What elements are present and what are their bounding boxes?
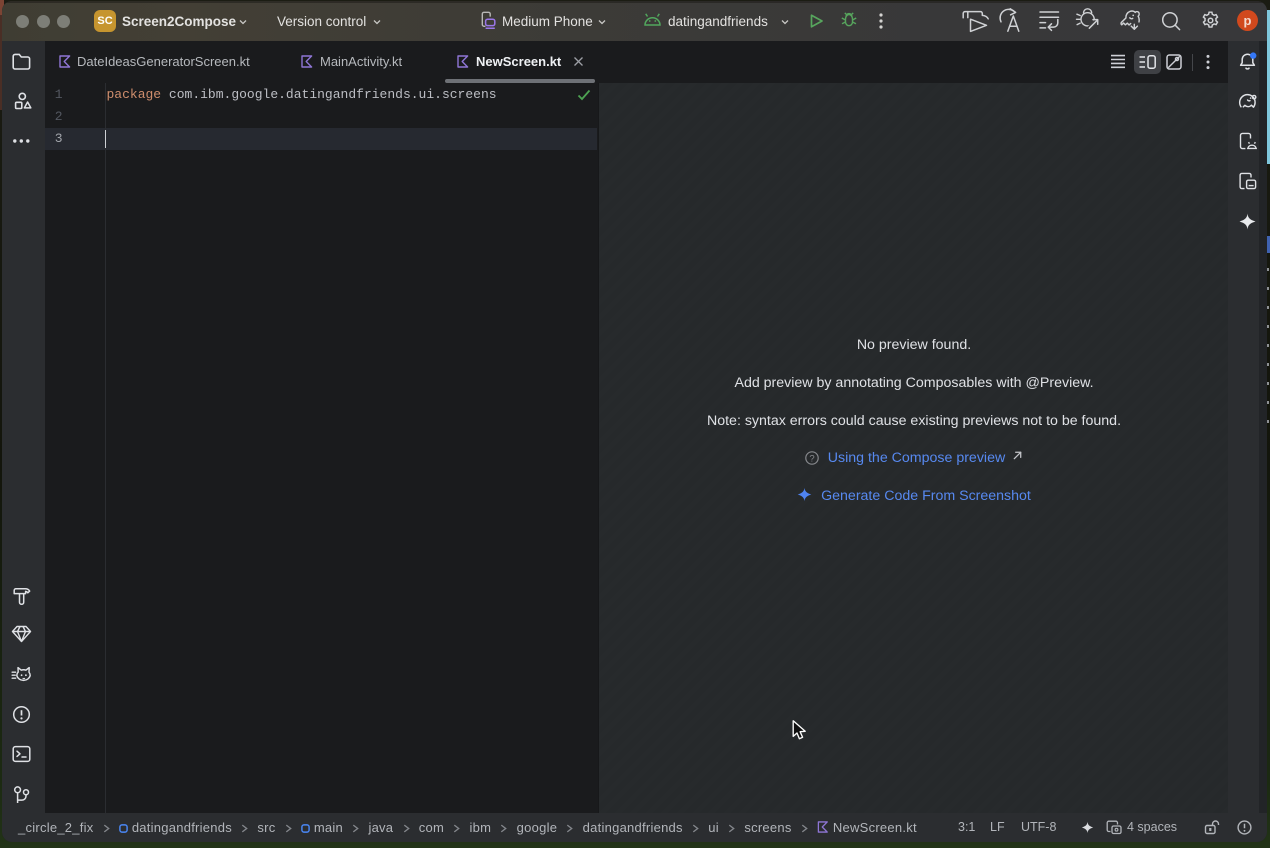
svg-text:?: ?: [809, 453, 814, 464]
